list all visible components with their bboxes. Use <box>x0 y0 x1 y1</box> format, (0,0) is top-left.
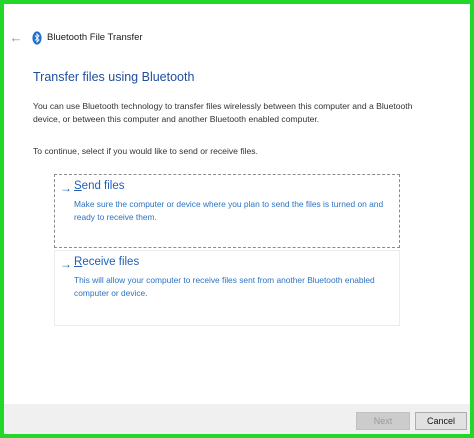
instruction-text: To continue, select if you would like to… <box>33 146 258 156</box>
next-button[interactable]: Next <box>356 412 410 430</box>
footer-bar: Next Cancel <box>4 404 470 434</box>
receive-files-option[interactable]: → Receive files This will allow your com… <box>54 250 400 326</box>
bluetooth-icon <box>32 31 42 45</box>
window-title: Bluetooth File Transfer <box>47 32 143 43</box>
description-text: You can use Bluetooth technology to tran… <box>33 101 413 124</box>
page-heading: Transfer files using Bluetooth <box>33 70 195 84</box>
cancel-button[interactable]: Cancel <box>415 412 467 430</box>
receive-files-description: This will allow your computer to receive… <box>74 275 375 298</box>
receive-arrow-icon: → <box>60 257 72 271</box>
send-files-description: Make sure the computer or device where y… <box>74 199 384 222</box>
send-files-option[interactable]: → Send files Make sure the computer or d… <box>54 174 400 248</box>
back-arrow-icon: ← <box>9 30 23 45</box>
send-access-key: S <box>74 180 82 192</box>
receive-title-rest: eceive files <box>82 256 140 268</box>
receive-files-title: Receive files <box>74 256 139 268</box>
send-title-rest: end files <box>81 180 125 192</box>
dialog-window: ← Bluetooth File Transfer Transfer files… <box>4 4 470 434</box>
send-files-title: Send files <box>74 180 125 192</box>
send-arrow-icon: → <box>60 181 72 195</box>
back-button[interactable]: ← <box>8 30 24 46</box>
title-bar: ← Bluetooth File Transfer <box>4 4 470 45</box>
